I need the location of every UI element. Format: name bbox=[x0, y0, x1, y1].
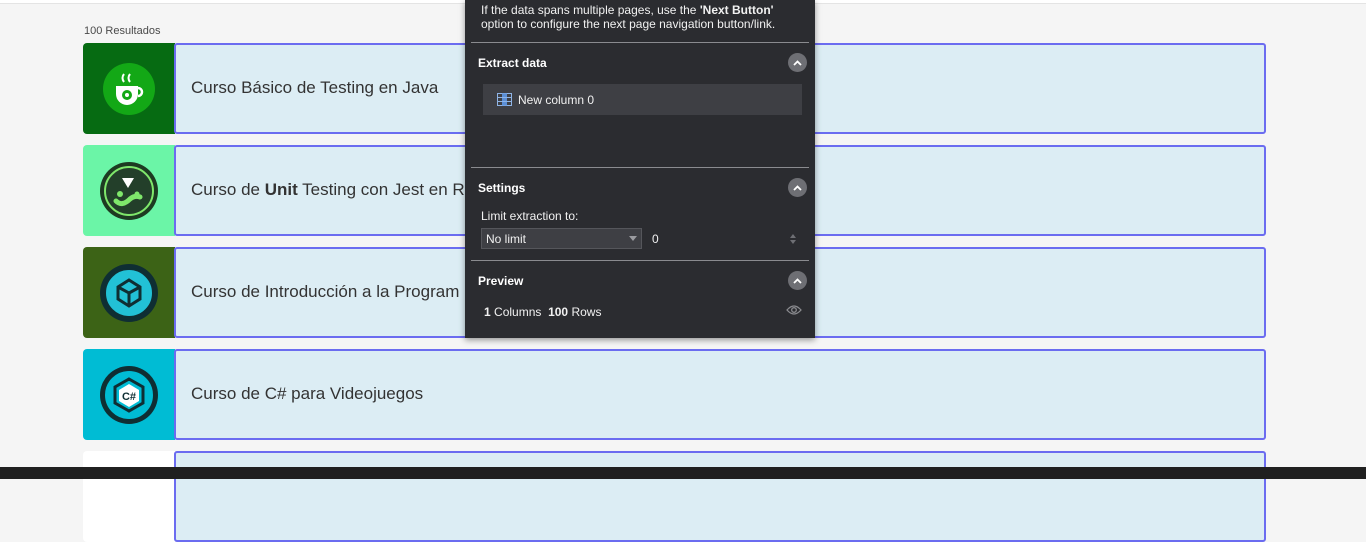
taskbar bbox=[0, 467, 1366, 479]
course-item[interactable]: C# Curso de C# para Videojuegos bbox=[83, 349, 1266, 440]
course-card[interactable] bbox=[174, 451, 1266, 542]
chevron-up-icon bbox=[793, 277, 802, 284]
stepper-down-icon[interactable] bbox=[790, 239, 796, 244]
chevron-up-icon bbox=[793, 184, 802, 191]
limit-label: Limit extraction to: bbox=[481, 209, 579, 223]
preview-title: Preview bbox=[478, 274, 524, 288]
svg-text:C#: C# bbox=[122, 391, 136, 403]
collapse-extract-button[interactable] bbox=[788, 53, 807, 72]
java-coffee-icon bbox=[83, 43, 175, 134]
course-title[interactable]: Curso de Introducción a la Program bbox=[191, 282, 459, 302]
limit-number-input[interactable]: 0 bbox=[646, 228, 802, 249]
results-count: 100 Resultados bbox=[84, 25, 161, 37]
limit-select[interactable]: No limit bbox=[481, 228, 642, 249]
course-item[interactable] bbox=[83, 451, 1266, 542]
chevron-up-icon bbox=[793, 59, 802, 66]
number-stepper[interactable] bbox=[790, 233, 796, 244]
unity-icon bbox=[83, 247, 175, 338]
extract-data-title: Extract data bbox=[478, 56, 547, 70]
column-label: New column 0 bbox=[518, 92, 595, 107]
course-title[interactable]: Curso Básico de Testing en Java bbox=[191, 78, 438, 98]
extraction-panel: If the data spans multiple pages, use th… bbox=[465, 0, 815, 338]
eye-icon[interactable] bbox=[786, 304, 802, 316]
divider bbox=[471, 42, 809, 43]
jest-icon bbox=[83, 145, 175, 236]
table-column-icon bbox=[497, 93, 512, 106]
course-title[interactable]: Curso de Unit Testing con Jest en R bbox=[191, 180, 465, 200]
course-thumbnail bbox=[83, 451, 175, 542]
pagination-hint: If the data spans multiple pages, use th… bbox=[481, 3, 776, 31]
csharp-icon: C# bbox=[83, 349, 175, 440]
column-item[interactable]: New column 0 bbox=[483, 84, 802, 115]
caret-down-icon bbox=[629, 236, 637, 241]
collapse-preview-button[interactable] bbox=[788, 271, 807, 290]
limit-select-value: No limit bbox=[486, 231, 527, 246]
limit-number-value: 0 bbox=[652, 231, 659, 246]
settings-title: Settings bbox=[478, 181, 526, 195]
divider bbox=[471, 260, 809, 261]
preview-stats: 1 Columns 100 Rows bbox=[484, 305, 602, 319]
divider bbox=[471, 167, 809, 168]
collapse-settings-button[interactable] bbox=[788, 178, 807, 197]
stepper-up-icon[interactable] bbox=[790, 233, 796, 238]
course-title[interactable]: Curso de C# para Videojuegos bbox=[191, 384, 423, 404]
